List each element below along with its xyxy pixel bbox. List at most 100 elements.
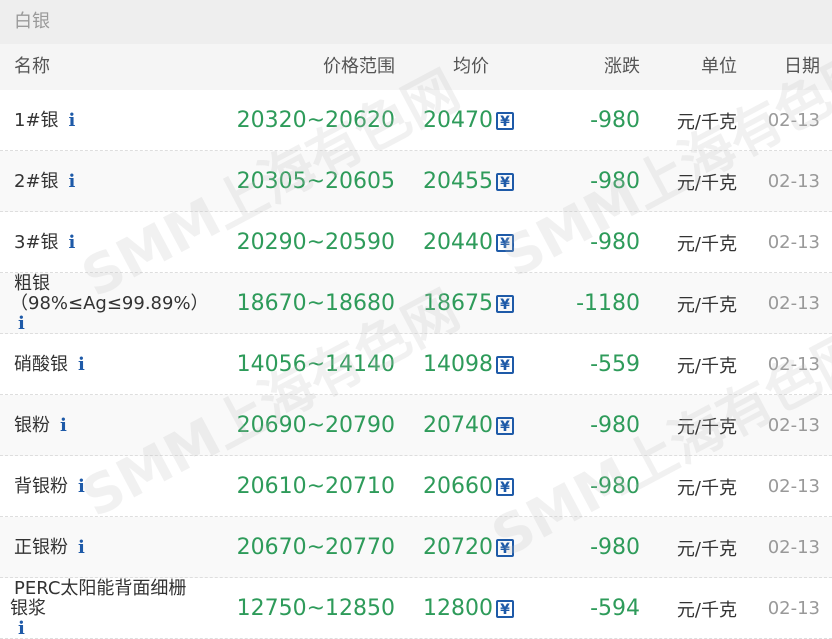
price-range: 20290~20590	[236, 230, 395, 255]
average-price: 20455	[423, 169, 493, 194]
table-row: PERC太阳能背面细栅 银浆 i 12750~12850 12800 ¥ -59…	[0, 578, 832, 639]
table-row: 3#银 i 20290~20590 20440 ¥ -980 元/千克 02-1…	[0, 212, 832, 273]
product-name[interactable]: 2#银	[14, 171, 59, 192]
unit: 元/千克	[676, 355, 737, 377]
table-row: 1#银 i 20320~20620 20470 ¥ -980 元/千克 02-1…	[0, 90, 832, 151]
average-price: 20440	[423, 230, 493, 255]
yen-chart-icon[interactable]: ¥	[496, 538, 514, 557]
info-icon[interactable]: i	[78, 476, 85, 497]
average-price-cell: 14098 ¥	[423, 334, 514, 395]
col-change-header: 涨跌	[604, 56, 640, 77]
col-date-header: 日期	[784, 56, 820, 77]
date: 02-13	[767, 232, 820, 253]
info-icon[interactable]: i	[69, 232, 76, 253]
unit: 元/千克	[676, 538, 737, 560]
info-icon[interactable]: i	[69, 171, 76, 192]
table-row: 背银粉 i 20610~20710 20660 ¥ -980 元/千克 02-1…	[0, 456, 832, 517]
average-price: 20720	[423, 535, 493, 560]
product-name[interactable]: 硝酸银	[14, 354, 68, 375]
product-name-cell: 硝酸银 i	[14, 334, 244, 395]
yen-chart-icon[interactable]: ¥	[496, 477, 514, 496]
price-range: 14056~14140	[236, 352, 395, 377]
info-icon[interactable]: i	[18, 618, 25, 639]
product-name[interactable]: 银粉	[14, 415, 50, 436]
yen-chart-icon[interactable]: ¥	[496, 416, 514, 435]
average-price: 18675	[423, 291, 493, 316]
unit: 元/千克	[676, 111, 737, 133]
average-price-cell: 20470 ¥	[423, 90, 514, 151]
product-name-cell: 2#银 i	[14, 151, 244, 212]
average-price-cell: 12800 ¥	[423, 578, 514, 639]
average-price-cell: 20440 ¥	[423, 212, 514, 273]
price-table-body: 1#银 i 20320~20620 20470 ¥ -980 元/千克 02-1…	[0, 90, 832, 639]
table-header: 名称 价格范围 均价 涨跌 单位 日期	[0, 44, 832, 90]
price-change: -980	[590, 535, 640, 560]
average-price-cell: 18675 ¥	[423, 273, 514, 334]
price-change: -980	[590, 230, 640, 255]
date: 02-13	[767, 110, 820, 131]
price-range: 20690~20790	[236, 413, 395, 438]
unit: 元/千克	[676, 416, 737, 438]
average-price-cell: 20740 ¥	[423, 395, 514, 456]
product-name-cell: 正银粉 i	[14, 517, 244, 578]
product-name[interactable]: 3#银	[14, 232, 59, 253]
price-range: 18670~18680	[236, 291, 395, 316]
product-name-sub[interactable]: （98%≤Ag≤99.89%）	[10, 293, 209, 314]
price-change: -980	[590, 474, 640, 499]
col-unit-header: 单位	[701, 56, 737, 77]
yen-chart-icon[interactable]: ¥	[496, 172, 514, 191]
unit: 元/千克	[676, 233, 737, 255]
unit: 元/千克	[676, 172, 737, 194]
product-name-cell: 银粉 i	[14, 395, 244, 456]
col-name-header: 名称	[14, 56, 50, 77]
price-change: -980	[590, 108, 640, 133]
info-icon[interactable]: i	[60, 415, 67, 436]
average-price: 20740	[423, 413, 493, 438]
price-range: 20320~20620	[236, 108, 395, 133]
table-row: 硝酸银 i 14056~14140 14098 ¥ -559 元/千克 02-1…	[0, 334, 832, 395]
info-icon[interactable]: i	[78, 354, 85, 375]
product-name[interactable]: 粗银	[14, 273, 209, 294]
price-change: -594	[590, 596, 640, 621]
table-row: 2#银 i 20305~20605 20455 ¥ -980 元/千克 02-1…	[0, 151, 832, 212]
average-price: 14098	[423, 352, 493, 377]
yen-chart-icon[interactable]: ¥	[496, 294, 514, 313]
average-price-cell: 20720 ¥	[423, 517, 514, 578]
price-range: 12750~12850	[236, 596, 395, 621]
average-price-cell: 20455 ¥	[423, 151, 514, 212]
table-row: 粗银 （98%≤Ag≤99.89%） i 18670~18680 18675 ¥…	[0, 273, 832, 334]
average-price-cell: 20660 ¥	[423, 456, 514, 517]
product-name-cell: 1#银 i	[14, 90, 244, 151]
yen-chart-icon[interactable]: ¥	[496, 233, 514, 252]
yen-chart-icon[interactable]: ¥	[496, 599, 514, 618]
product-name-cell: 3#银 i	[14, 212, 244, 273]
unit: 元/千克	[676, 477, 737, 499]
info-icon[interactable]: i	[78, 537, 85, 558]
product-name[interactable]: 正银粉	[14, 537, 68, 558]
yen-chart-icon[interactable]: ¥	[496, 355, 514, 374]
product-name-cell: PERC太阳能背面细栅 银浆 i	[10, 578, 244, 639]
price-change: -980	[590, 413, 640, 438]
date: 02-13	[767, 354, 820, 375]
date: 02-13	[767, 598, 820, 619]
panel-title: 白银	[0, 0, 832, 44]
product-name-sub[interactable]: 银浆	[10, 598, 46, 619]
product-name-cell: 粗银 （98%≤Ag≤99.89%） i	[10, 273, 244, 334]
product-name[interactable]: 1#银	[14, 110, 59, 131]
price-range: 20610~20710	[236, 474, 395, 499]
date: 02-13	[767, 476, 820, 497]
product-name[interactable]: 背银粉	[14, 476, 68, 497]
date: 02-13	[767, 293, 820, 314]
yen-chart-icon[interactable]: ¥	[496, 111, 514, 130]
unit: 元/千克	[676, 294, 737, 316]
info-icon[interactable]: i	[69, 110, 76, 131]
product-name[interactable]: PERC太阳能背面细栅	[14, 578, 186, 599]
average-price: 12800	[423, 596, 493, 621]
col-avg-header: 均价	[453, 56, 489, 77]
price-change: -980	[590, 169, 640, 194]
table-row: 银粉 i 20690~20790 20740 ¥ -980 元/千克 02-13	[0, 395, 832, 456]
info-icon[interactable]: i	[18, 313, 25, 334]
product-name-cell: 背银粉 i	[14, 456, 244, 517]
col-range-header: 价格范围	[323, 56, 395, 77]
price-range: 20305~20605	[236, 169, 395, 194]
